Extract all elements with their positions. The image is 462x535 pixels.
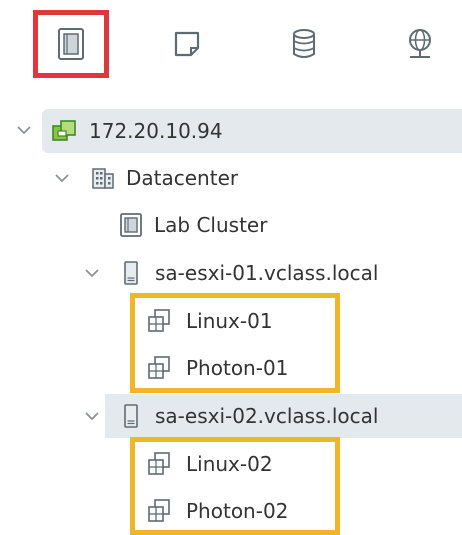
vm-icon <box>146 308 172 334</box>
datacenter-icon <box>90 165 116 191</box>
tree-item-vm-photon-02[interactable]: Photon-02 <box>0 489 462 533</box>
vm-linux-02-label: Linux-02 <box>186 452 273 476</box>
vm-linux-01-label: Linux-01 <box>186 309 273 333</box>
storage-icon <box>293 29 315 58</box>
hosts-clusters-tab[interactable] <box>33 10 109 78</box>
chevron-down-icon[interactable] <box>53 169 71 187</box>
vms-templates-tab[interactable] <box>149 10 225 78</box>
navigator-toolbar <box>0 0 462 84</box>
chevron-down-icon[interactable] <box>15 121 33 139</box>
cluster-label: Lab Cluster <box>154 213 268 237</box>
vm-photon-02-label: Photon-02 <box>186 499 289 523</box>
vm-icon <box>146 355 172 381</box>
host-1-label: sa-esxi-01.vclass.local <box>155 261 379 285</box>
vm-icon <box>146 498 172 524</box>
tree-item-vm-photon-01[interactable]: Photon-01 <box>0 346 462 390</box>
chevron-down-icon[interactable] <box>83 264 101 282</box>
cluster-icon <box>118 212 144 238</box>
tree-item-vm-linux-01[interactable]: Linux-01 <box>0 299 462 343</box>
chevron-down-icon[interactable] <box>83 407 101 425</box>
vcenter-icon <box>51 118 77 144</box>
vm-icon <box>146 451 172 477</box>
tree-item-host-2[interactable]: sa-esxi-02.vclass.local <box>105 394 462 438</box>
tree-item-vcenter[interactable]: 172.20.10.94 <box>42 109 462 153</box>
tree-item-vm-linux-02[interactable]: Linux-02 <box>0 442 462 486</box>
vm-photon-01-label: Photon-01 <box>186 356 289 380</box>
network-icon <box>409 29 431 58</box>
networking-tab[interactable] <box>382 10 458 78</box>
hosts-clusters-icon <box>58 28 84 60</box>
datacenter-label: Datacenter <box>126 166 239 190</box>
inventory-tree: 172.20.10.94 Datacenter Lab Cluster sa-e… <box>0 100 462 535</box>
storage-tab[interactable] <box>266 10 342 78</box>
host-2-label: sa-esxi-02.vclass.local <box>155 404 379 428</box>
vcenter-label: 172.20.10.94 <box>89 119 223 143</box>
host-icon <box>118 403 144 429</box>
tree-item-cluster[interactable]: Lab Cluster <box>0 203 462 247</box>
tree-item-host-1[interactable]: sa-esxi-01.vclass.local <box>0 251 462 295</box>
tree-item-datacenter[interactable]: Datacenter <box>0 156 462 200</box>
host-icon <box>118 260 144 286</box>
vms-templates-icon <box>174 31 200 57</box>
